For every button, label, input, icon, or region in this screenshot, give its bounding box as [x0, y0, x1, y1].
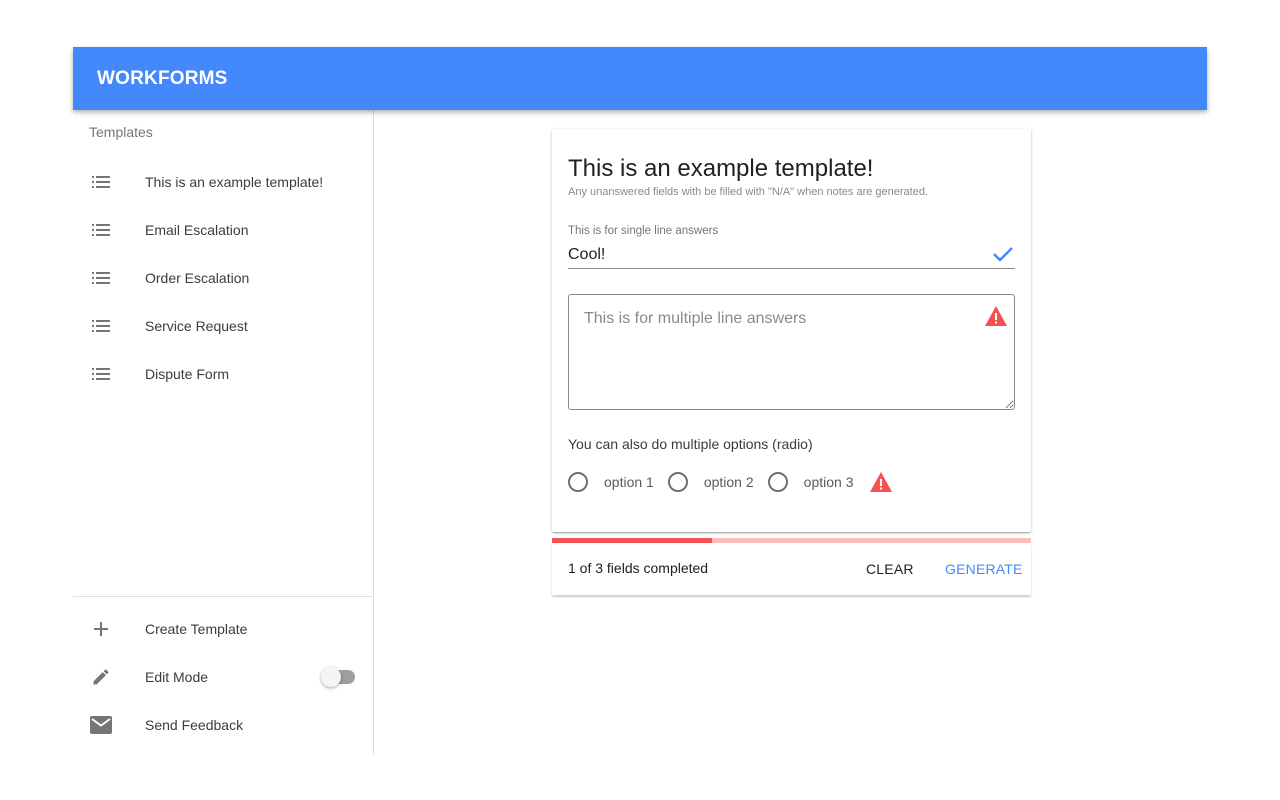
send-feedback-button[interactable]: Send Feedback: [73, 701, 373, 749]
radio-option-1[interactable]: option 1: [568, 472, 654, 492]
template-item-label: Service Request: [145, 318, 248, 334]
template-item-service-request[interactable]: Service Request: [73, 302, 373, 350]
single-line-input[interactable]: [568, 241, 1015, 269]
list-icon: [89, 266, 113, 290]
sidebar-actions: Create Template Edit Mode Send Feedback: [73, 605, 373, 749]
create-template-button[interactable]: Create Template: [73, 605, 373, 653]
create-template-label: Create Template: [145, 621, 248, 637]
list-icon: [89, 218, 113, 242]
edit-mode-label: Edit Mode: [145, 669, 209, 685]
sidebar-divider: [73, 596, 373, 597]
template-item-label: This is an example template!: [145, 174, 324, 190]
template-item-example[interactable]: This is an example template!: [73, 158, 373, 206]
list-icon: [89, 314, 113, 338]
single-line-label: This is for single line answers: [568, 225, 719, 237]
send-feedback-label: Send Feedback: [145, 717, 244, 733]
generate-button[interactable]: GENERATE: [937, 553, 1031, 585]
pencil-icon: [89, 665, 113, 689]
edit-mode-toggle[interactable]: [321, 667, 357, 687]
radio-button[interactable]: [568, 472, 588, 492]
form-card: This is an example template! Any unanswe…: [552, 129, 1031, 532]
radio-option-2[interactable]: option 2: [667, 472, 754, 492]
form-footer: 1 of 3 fields completed CLEAR GENERATE: [552, 543, 1031, 595]
radio-label: option 1: [604, 474, 654, 490]
list-icon: [89, 362, 113, 386]
app-title: WORKFORMS: [97, 67, 228, 89]
warning-icon: [984, 305, 1008, 327]
sidebar: Templates This is an example template! E…: [73, 110, 374, 754]
toggle-thumb: [321, 667, 341, 687]
warning-icon: [869, 471, 893, 493]
template-item-label: Email Escalation: [145, 222, 249, 238]
plus-icon: [89, 617, 113, 641]
radio-label: option 2: [703, 474, 754, 490]
radio-button[interactable]: [767, 472, 788, 492]
check-icon: [992, 245, 1014, 263]
template-item-label: Order Escalation: [145, 270, 250, 286]
multi-line-field: [568, 294, 1015, 410]
multi-line-input[interactable]: [569, 295, 1014, 409]
radio-button[interactable]: [667, 472, 688, 492]
radio-option-3[interactable]: option 3: [767, 472, 854, 492]
edit-mode-item: Edit Mode: [73, 653, 373, 701]
radio-question: You can also do multiple options (radio): [568, 436, 813, 452]
templates-subheader: Templates: [89, 124, 153, 140]
form-title: This is an example template!: [568, 155, 874, 182]
template-item-email-escalation[interactable]: Email Escalation: [73, 206, 373, 254]
mail-icon: [89, 713, 113, 737]
radio-group: option 1 option 2 option 3: [568, 471, 893, 493]
template-item-dispute-form[interactable]: Dispute Form: [73, 350, 373, 398]
app-bar: WORKFORMS: [73, 47, 1207, 110]
clear-button[interactable]: CLEAR: [858, 553, 922, 585]
template-item-label: Dispute Form: [145, 366, 230, 382]
radio-label: option 3: [803, 474, 854, 490]
list-icon: [89, 170, 113, 194]
form-subtitle: Any unanswered fields with be filled wit…: [568, 186, 929, 198]
completion-status: 1 of 3 fields completed: [568, 560, 709, 576]
template-item-order-escalation[interactable]: Order Escalation: [73, 254, 373, 302]
template-list: This is an example template! Email Escal…: [73, 158, 373, 398]
